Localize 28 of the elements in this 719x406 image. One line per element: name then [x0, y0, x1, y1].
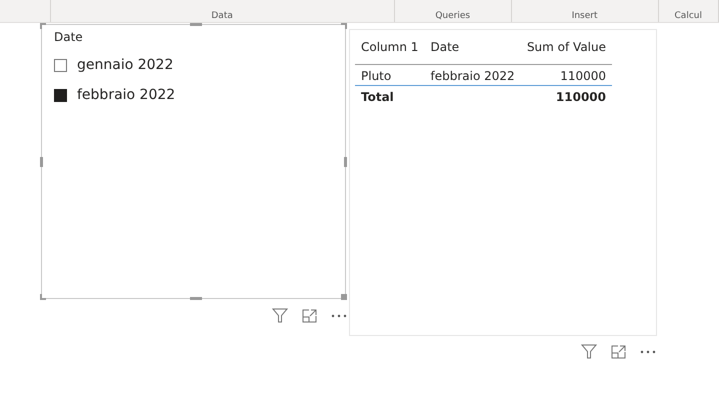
column-header[interactable]: Date	[424, 36, 521, 64]
ribbon-group-label: Insert	[572, 11, 598, 21]
checkbox[interactable]	[54, 88, 67, 102]
ribbon-group-label: Queries	[435, 11, 470, 21]
resize-handle[interactable]	[190, 23, 202, 26]
total-value: 110000	[520, 86, 612, 106]
table-cell: febbraio 2022	[424, 64, 521, 86]
filter-icon[interactable]	[272, 308, 288, 323]
resize-handle[interactable]	[40, 157, 43, 167]
column-header[interactable]: Column 1	[355, 36, 424, 64]
checkbox[interactable]	[54, 58, 67, 72]
resize-handle[interactable]	[344, 157, 347, 167]
resize-handle[interactable]	[190, 297, 202, 300]
resize-handle[interactable]	[341, 294, 347, 300]
table-cell: Pluto	[355, 64, 424, 86]
filter-icon[interactable]	[581, 344, 597, 359]
focus-mode-icon[interactable]	[302, 308, 317, 322]
focus-mode-icon[interactable]	[611, 344, 626, 358]
slicer-item-label[interactable]: febbraio 2022	[77, 87, 176, 103]
slicer-item-label[interactable]: gennaio 2022	[77, 57, 174, 73]
table-cell: 110000	[520, 64, 612, 86]
more-options-icon[interactable]	[640, 350, 656, 354]
ribbon-group-label: Calcul	[674, 11, 702, 21]
total-label: Total	[355, 86, 424, 106]
slicer-title: Date	[54, 30, 84, 44]
column-header[interactable]: Sum of Value	[520, 36, 612, 64]
ribbon-group-label: Data	[211, 11, 233, 21]
more-options-icon[interactable]	[331, 314, 347, 318]
